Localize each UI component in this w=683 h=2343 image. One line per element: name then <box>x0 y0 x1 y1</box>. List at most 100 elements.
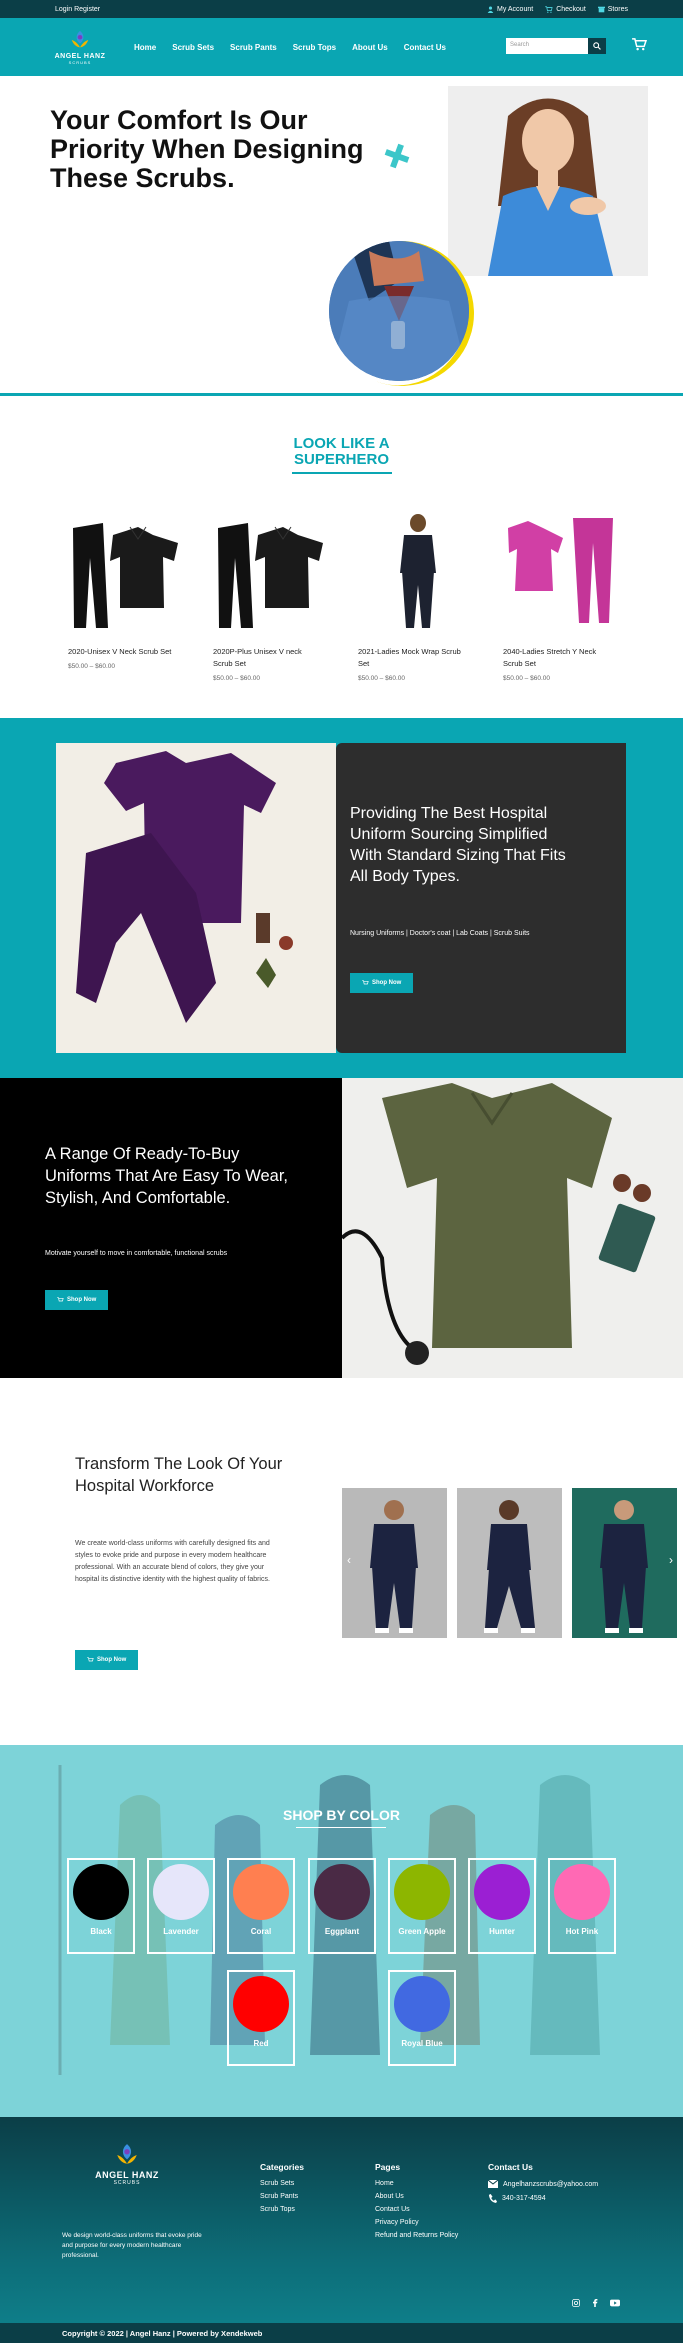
color-swatch-red[interactable]: Red <box>227 1970 295 2066</box>
promo-sourcing-subtext: Nursing Uniforms | Doctor's coat | Lab C… <box>350 930 530 937</box>
color-swatch-black[interactable]: Black <box>67 1858 135 1954</box>
transform-workforce-section: Transform The Look Of Your Hospital Work… <box>0 1378 683 1745</box>
product-title[interactable]: 2020-Unisex V Neck Scrub Set <box>68 646 178 658</box>
header-cart-button[interactable] <box>632 38 648 56</box>
footer-logo-sub: SCRUBS <box>113 2180 141 2186</box>
featured-heading-underline <box>292 472 392 474</box>
search-button[interactable] <box>588 38 606 54</box>
footer-phone-text: 340-317-4594 <box>502 2195 546 2202</box>
logo-sub: SCRUBS <box>68 60 92 65</box>
color-swatch-hot-pink[interactable]: Hot Pink <box>548 1858 616 1954</box>
shop-now-button[interactable]: Shop Now <box>75 1650 139 1670</box>
site-logo[interactable]: ANGEL HANZ SCRUBS <box>48 25 112 69</box>
product-image[interactable] <box>68 508 188 638</box>
nav-contact-us[interactable]: Contact Us <box>404 43 446 52</box>
footer-logo[interactable]: ANGEL HANZ SCRUBS <box>95 2142 159 2186</box>
transform-body: We create world-class uniforms with care… <box>75 1540 270 1583</box>
facebook-icon[interactable] <box>592 2299 598 2307</box>
checkout-link[interactable]: Checkout <box>545 6 586 13</box>
footer-description: We design world-class uniforms that evok… <box>62 2232 202 2259</box>
product-image[interactable] <box>358 508 478 638</box>
main-nav: Home Scrub Sets Scrub Pants Scrub Tops A… <box>134 43 446 52</box>
footer-contact-title: Contact Us <box>488 2162 533 2172</box>
swatch-label: Green Apple <box>398 1927 446 1936</box>
product-price: $50.00 – $60.00 <box>213 675 260 682</box>
product-image[interactable] <box>213 508 333 638</box>
color-swatch-eggplant[interactable]: Eggplant <box>308 1858 376 1954</box>
carousel-prev-arrow-icon[interactable]: ‹ <box>347 1553 351 1567</box>
cart-icon <box>57 1297 64 1302</box>
stores-link[interactable]: Stores <box>597 6 628 13</box>
site-header: ANGEL HANZ SCRUBS Home Scrub Sets Scrub … <box>0 18 683 76</box>
swatch-label: Eggplant <box>324 1927 360 1936</box>
nav-about-us[interactable]: About Us <box>352 43 388 52</box>
product-image[interactable] <box>503 508 623 638</box>
my-account-link[interactable]: My Account <box>487 6 533 13</box>
footer-logo-name: ANGEL HANZ <box>95 2170 159 2180</box>
hero-heading: Your Comfort Is Our Priority When Design… <box>50 105 364 193</box>
footer-link-refund-policy[interactable]: Refund and Returns Policy <box>375 2232 458 2239</box>
color-swatch-lavender[interactable]: Lavender <box>147 1858 215 1954</box>
plus-decoration-icon <box>384 143 410 169</box>
instagram-icon[interactable] <box>572 2299 580 2307</box>
my-account-label: My Account <box>497 5 534 13</box>
footer-categories: Categories Scrub Sets Scrub Pants Scrub … <box>260 2162 304 2219</box>
carousel-slide[interactable] <box>457 1488 562 1638</box>
product-price: $50.00 – $60.00 <box>503 675 550 682</box>
swatch-label: Red <box>253 2039 269 2048</box>
product-title[interactable]: 2021-Ladies Mock Wrap Scrub Set <box>358 646 468 670</box>
hero-nurse-image <box>448 86 648 276</box>
shopping-cart-icon <box>632 38 648 51</box>
shop-now-button[interactable]: Shop Now <box>45 1290 109 1310</box>
product-card[interactable]: 2020P-Plus Unisex V neck Scrub Set $50.0… <box>213 508 333 682</box>
swatch-dot <box>73 1864 129 1920</box>
footer-link-home[interactable]: Home <box>375 2180 458 2187</box>
product-card[interactable]: 2020-Unisex V Neck Scrub Set $50.00 – $6… <box>68 508 188 670</box>
product-card[interactable]: 2040-Ladies Stretch Y Neck Scrub Set $50… <box>503 508 623 682</box>
nav-home[interactable]: Home <box>134 43 156 52</box>
promo-ready-subtext: Motivate yourself to move in comfortable… <box>45 1250 228 1257</box>
footer-link-privacy-policy[interactable]: Privacy Policy <box>375 2219 458 2226</box>
search-input[interactable]: Search <box>506 38 588 54</box>
swatch-label: Coral <box>250 1927 272 1936</box>
footer-link-scrub-pants[interactable]: Scrub Pants <box>260 2193 304 2200</box>
color-swatch-royal-blue[interactable]: Royal Blue <box>388 1970 456 2066</box>
footer-link-contact-us[interactable]: Contact Us <box>375 2206 458 2213</box>
swatch-dot <box>554 1864 610 1920</box>
shop-now-button[interactable]: Shop Now <box>350 973 414 993</box>
product-price: $50.00 – $60.00 <box>68 663 115 670</box>
shop-by-color-heading: SHOP BY COLOR <box>283 1807 400 1823</box>
youtube-icon[interactable] <box>610 2299 620 2307</box>
product-title[interactable]: 2020P-Plus Unisex V neck Scrub Set <box>213 646 323 670</box>
footer-link-scrub-tops[interactable]: Scrub Tops <box>260 2206 304 2213</box>
footer-link-scrub-sets[interactable]: Scrub Sets <box>260 2180 304 2187</box>
footer-phone[interactable]: 340-317-4594 <box>488 2194 598 2203</box>
carousel-next-arrow-icon[interactable]: › <box>669 1553 673 1567</box>
carousel-slide[interactable] <box>342 1488 447 1638</box>
footer-pages-title: Pages <box>375 2162 401 2172</box>
search-icon <box>593 42 601 50</box>
nav-scrub-sets[interactable]: Scrub Sets <box>172 43 214 52</box>
swatch-dot <box>233 1976 289 2032</box>
color-swatch-coral[interactable]: Coral <box>227 1858 295 1954</box>
footer-link-about-us[interactable]: About Us <box>375 2193 458 2200</box>
nav-scrub-tops[interactable]: Scrub Tops <box>293 43 336 52</box>
login-register-link[interactable]: Login Register <box>55 6 100 13</box>
featured-heading-line1: LOOK LIKE A <box>293 435 390 452</box>
nav-scrub-pants[interactable]: Scrub Pants <box>230 43 277 52</box>
footer-email[interactable]: Angelhanzscrubs@yahoo.com <box>488 2180 598 2188</box>
top-bar: Login Register My Account Checkout Store… <box>0 0 683 18</box>
carousel-slide[interactable] <box>572 1488 677 1638</box>
product-card[interactable]: 2021-Ladies Mock Wrap Scrub Set $50.00 –… <box>358 508 478 682</box>
promo-sourcing-section: Providing The Best Hospital Uniform Sour… <box>0 718 683 1078</box>
product-title[interactable]: 2040-Ladies Stretch Y Neck Scrub Set <box>503 646 613 670</box>
footer-categories-title: Categories <box>260 2162 304 2172</box>
shop-now-label: Shop Now <box>67 1297 97 1303</box>
footer-email-text: Angelhanzscrubs@yahoo.com <box>503 2180 599 2188</box>
featured-heading-line2: SUPERHERO <box>293 451 390 468</box>
footer-pages: Pages Home About Us Contact Us Privacy P… <box>375 2162 458 2245</box>
swatch-label: Royal Blue <box>401 2039 443 2048</box>
color-swatch-hunter[interactable]: Hunter <box>468 1858 536 1954</box>
color-swatch-green-apple[interactable]: Green Apple <box>388 1858 456 1954</box>
promo-sourcing-card: Providing The Best Hospital Uniform Sour… <box>336 743 626 1053</box>
